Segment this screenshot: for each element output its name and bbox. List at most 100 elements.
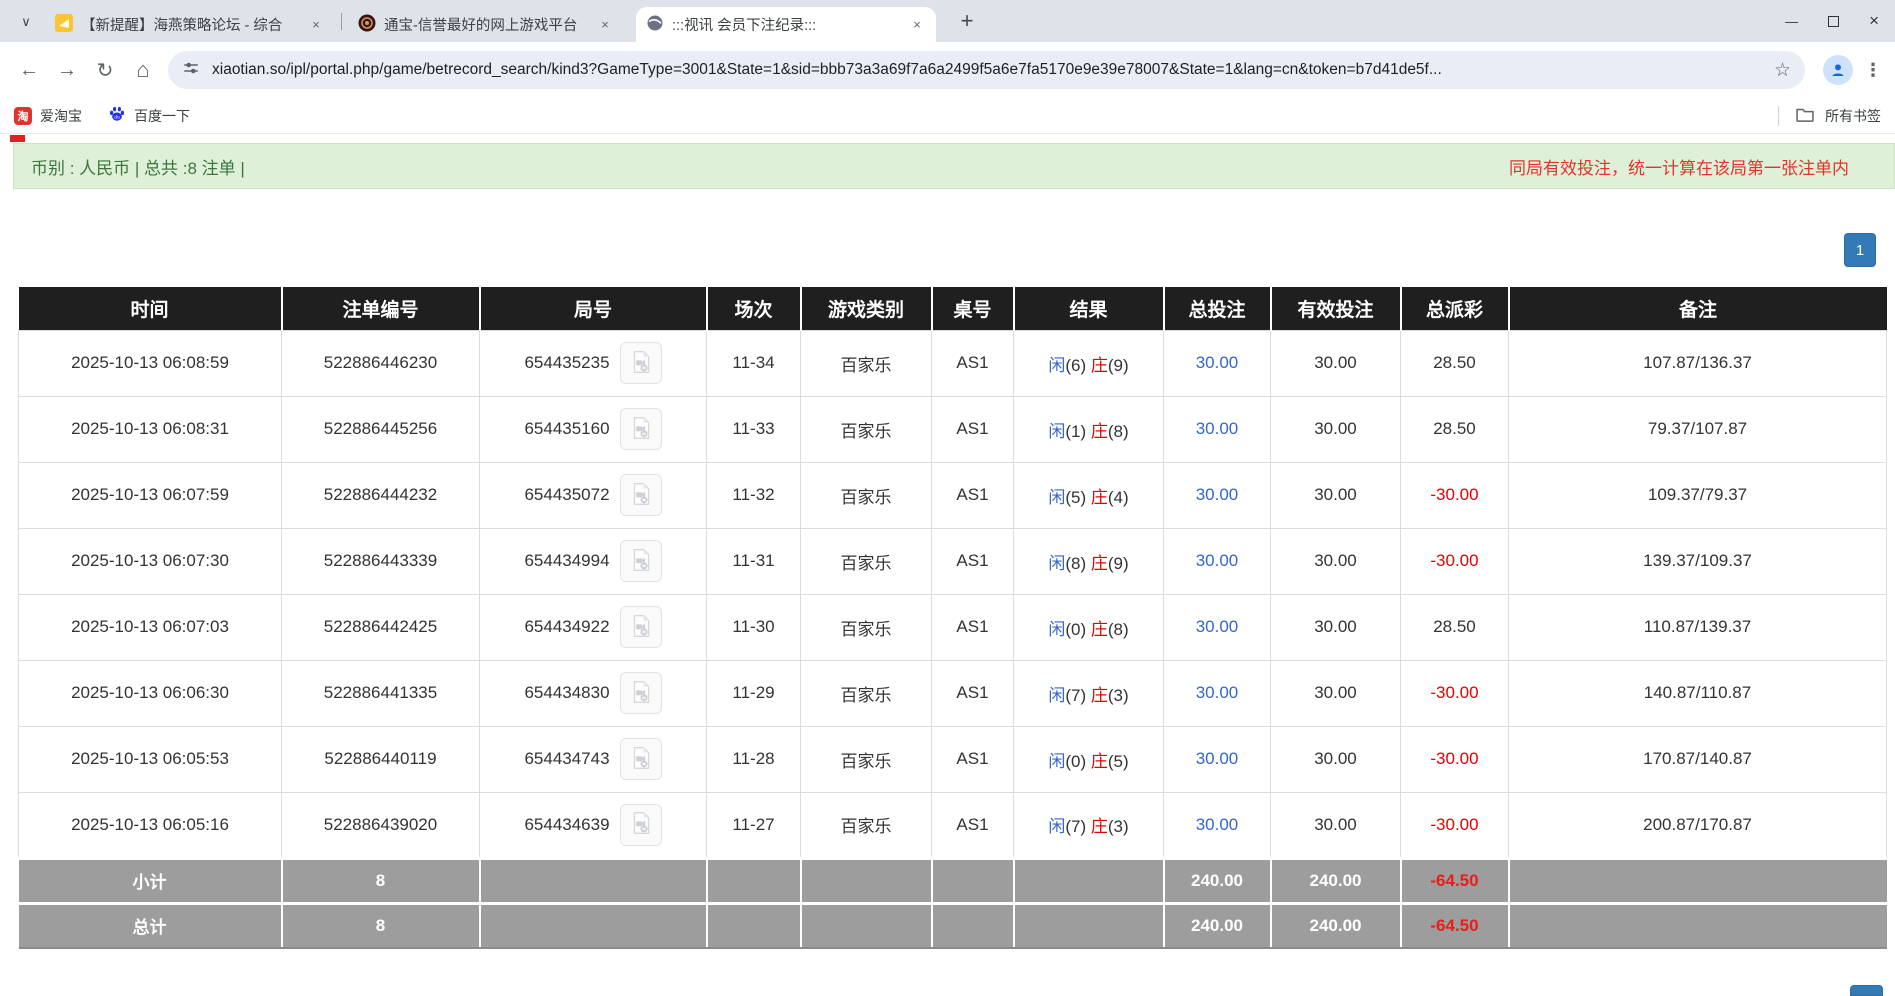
- result-player-label: 闲: [1048, 817, 1065, 836]
- total-row-cell: [801, 903, 932, 948]
- new-tab-button[interactable]: +: [952, 6, 982, 36]
- cell-payout: -30.00: [1401, 726, 1509, 792]
- tab-search-button[interactable]: ∨: [12, 8, 40, 36]
- close-icon[interactable]: ×: [307, 16, 325, 34]
- bookmark-baidu[interactable]: du 百度一下: [108, 105, 190, 126]
- bet-record-table: 时间注单编号局号场次游戏类别桌号结果总投注有效投注总派彩备注 2025-10-1…: [18, 287, 1887, 949]
- column-header: 游戏类别: [801, 287, 932, 330]
- home-button[interactable]: ⌂: [124, 51, 162, 89]
- window-controls: — ×: [1785, 0, 1895, 42]
- cell-round-number: 654434743: [480, 726, 707, 792]
- cell-time: 2025-10-13 06:08:59: [19, 330, 282, 396]
- cell-payout: -30.00: [1401, 792, 1509, 858]
- cell-total-bet[interactable]: 30.00: [1164, 396, 1271, 462]
- video-replay-button[interactable]: [620, 738, 662, 780]
- result-player-number: (0): [1065, 620, 1091, 639]
- cell-result: 闲(8) 庄(9): [1014, 528, 1164, 594]
- cell-total-bet[interactable]: 30.00: [1164, 330, 1271, 396]
- minimize-button[interactable]: —: [1785, 14, 1798, 29]
- cell-total-bet[interactable]: 30.00: [1164, 528, 1271, 594]
- profile-avatar[interactable]: [1823, 55, 1853, 85]
- result-player-label: 闲: [1048, 554, 1065, 573]
- video-replay-button[interactable]: [620, 474, 662, 516]
- result-player-number: (1): [1065, 422, 1091, 441]
- cell-total-bet[interactable]: 30.00: [1164, 792, 1271, 858]
- cell-round-number: 654434830: [480, 660, 707, 726]
- cell-remark: 79.37/107.87: [1509, 396, 1887, 462]
- cell-game-type: 百家乐: [801, 594, 932, 660]
- header-row: 时间注单编号局号场次游戏类别桌号结果总投注有效投注总派彩备注: [19, 287, 1887, 330]
- column-header: 备注: [1509, 287, 1887, 330]
- result-banker-label: 庄: [1091, 488, 1108, 507]
- subtotal-row-cell: [1014, 858, 1164, 903]
- close-icon[interactable]: ×: [596, 16, 614, 34]
- close-icon[interactable]: ×: [908, 16, 926, 34]
- cell-round-number: 654434922: [480, 594, 707, 660]
- cell-result: 闲(7) 庄(3): [1014, 660, 1164, 726]
- cell-valid-bet: 30.00: [1271, 726, 1401, 792]
- cell-table-number: AS1: [932, 660, 1014, 726]
- tab-bar: ∨ 【新提醒】海燕策略论坛 - 综合 × 通宝-信誉最好的网上游戏平台 × ::…: [0, 0, 1895, 42]
- cell-result: 闲(1) 庄(8): [1014, 396, 1164, 462]
- cell-total-bet[interactable]: 30.00: [1164, 462, 1271, 528]
- tab-betrecord-active[interactable]: :::视讯 会员下注纪录::: ×: [636, 7, 936, 42]
- cell-payout: -30.00: [1401, 462, 1509, 528]
- total-row-cell: [932, 903, 1014, 948]
- url-input[interactable]: xiaotian.so/ipl/portal.php/game/betrecor…: [212, 61, 1764, 79]
- cell-game-type: 百家乐: [801, 726, 932, 792]
- window-close-button[interactable]: ×: [1869, 11, 1879, 31]
- video-icon: [628, 613, 654, 642]
- video-replay-button[interactable]: [620, 408, 662, 450]
- subtotal-row: 小计8240.00240.00-64.50: [19, 858, 1887, 903]
- page-number-button[interactable]: 1: [1844, 233, 1876, 267]
- cell-total-bet[interactable]: 30.00: [1164, 660, 1271, 726]
- tab-tongbao[interactable]: 通宝-信誉最好的网上游戏平台 ×: [348, 7, 624, 42]
- subtotal-row-cell: [1509, 858, 1887, 903]
- bookmark-taobao[interactable]: 淘 爱淘宝: [14, 106, 82, 126]
- forward-button[interactable]: →: [48, 51, 86, 89]
- video-replay-button[interactable]: [620, 540, 662, 582]
- cell-game-type: 百家乐: [801, 660, 932, 726]
- result-banker-label: 庄: [1091, 752, 1108, 771]
- video-replay-button[interactable]: [620, 606, 662, 648]
- reload-button[interactable]: ↻: [86, 51, 124, 89]
- video-replay-button[interactable]: [620, 342, 662, 384]
- result-banker-label: 庄: [1091, 356, 1108, 375]
- total-row-cell: 240.00: [1164, 903, 1271, 948]
- cell-valid-bet: 30.00: [1271, 396, 1401, 462]
- cell-total-bet[interactable]: 30.00: [1164, 594, 1271, 660]
- tab-forum[interactable]: 【新提醒】海燕策略论坛 - 综合 ×: [45, 7, 335, 42]
- browser-menu-icon[interactable]: ⋮: [1861, 60, 1885, 81]
- cell-table-number: AS1: [932, 528, 1014, 594]
- all-bookmarks-button[interactable]: 所有书签: [1778, 106, 1881, 126]
- video-icon: [628, 745, 654, 774]
- cell-round-number: 654434639: [480, 792, 707, 858]
- cell-time: 2025-10-13 06:05:53: [19, 726, 282, 792]
- subtotal-row-cell: 8: [282, 858, 480, 903]
- site-info-icon[interactable]: [182, 59, 200, 82]
- cell-time: 2025-10-13 06:07:59: [19, 462, 282, 528]
- tab-title: :::视讯 会员下注纪录:::: [672, 14, 900, 35]
- total-row-cell: 总计: [19, 903, 282, 948]
- cell-round-number: 654434994: [480, 528, 707, 594]
- clipped-red-element: [10, 135, 25, 142]
- url-bar[interactable]: xiaotian.so/ipl/portal.php/game/betrecor…: [168, 51, 1805, 89]
- cell-bet-number: 522886440119: [282, 726, 480, 792]
- cell-total-bet[interactable]: 30.00: [1164, 726, 1271, 792]
- cell-remark: 200.87/170.87: [1509, 792, 1887, 858]
- video-replay-button[interactable]: [620, 672, 662, 714]
- cell-bet-number: 522886445256: [282, 396, 480, 462]
- bottom-page-number-button[interactable]: [1850, 985, 1883, 996]
- round-number-text: 654434830: [524, 683, 609, 702]
- maximize-button[interactable]: [1828, 16, 1839, 27]
- result-player-number: (7): [1065, 817, 1091, 836]
- cell-game-type: 百家乐: [801, 396, 932, 462]
- cell-remark: 110.87/139.37: [1509, 594, 1887, 660]
- back-button[interactable]: ←: [10, 51, 48, 89]
- cell-session: 11-31: [707, 528, 801, 594]
- bookmark-star-icon[interactable]: ☆: [1774, 59, 1791, 82]
- video-replay-button[interactable]: [620, 804, 662, 846]
- cell-result: 闲(0) 庄(8): [1014, 594, 1164, 660]
- cell-session: 11-34: [707, 330, 801, 396]
- cell-payout: -30.00: [1401, 528, 1509, 594]
